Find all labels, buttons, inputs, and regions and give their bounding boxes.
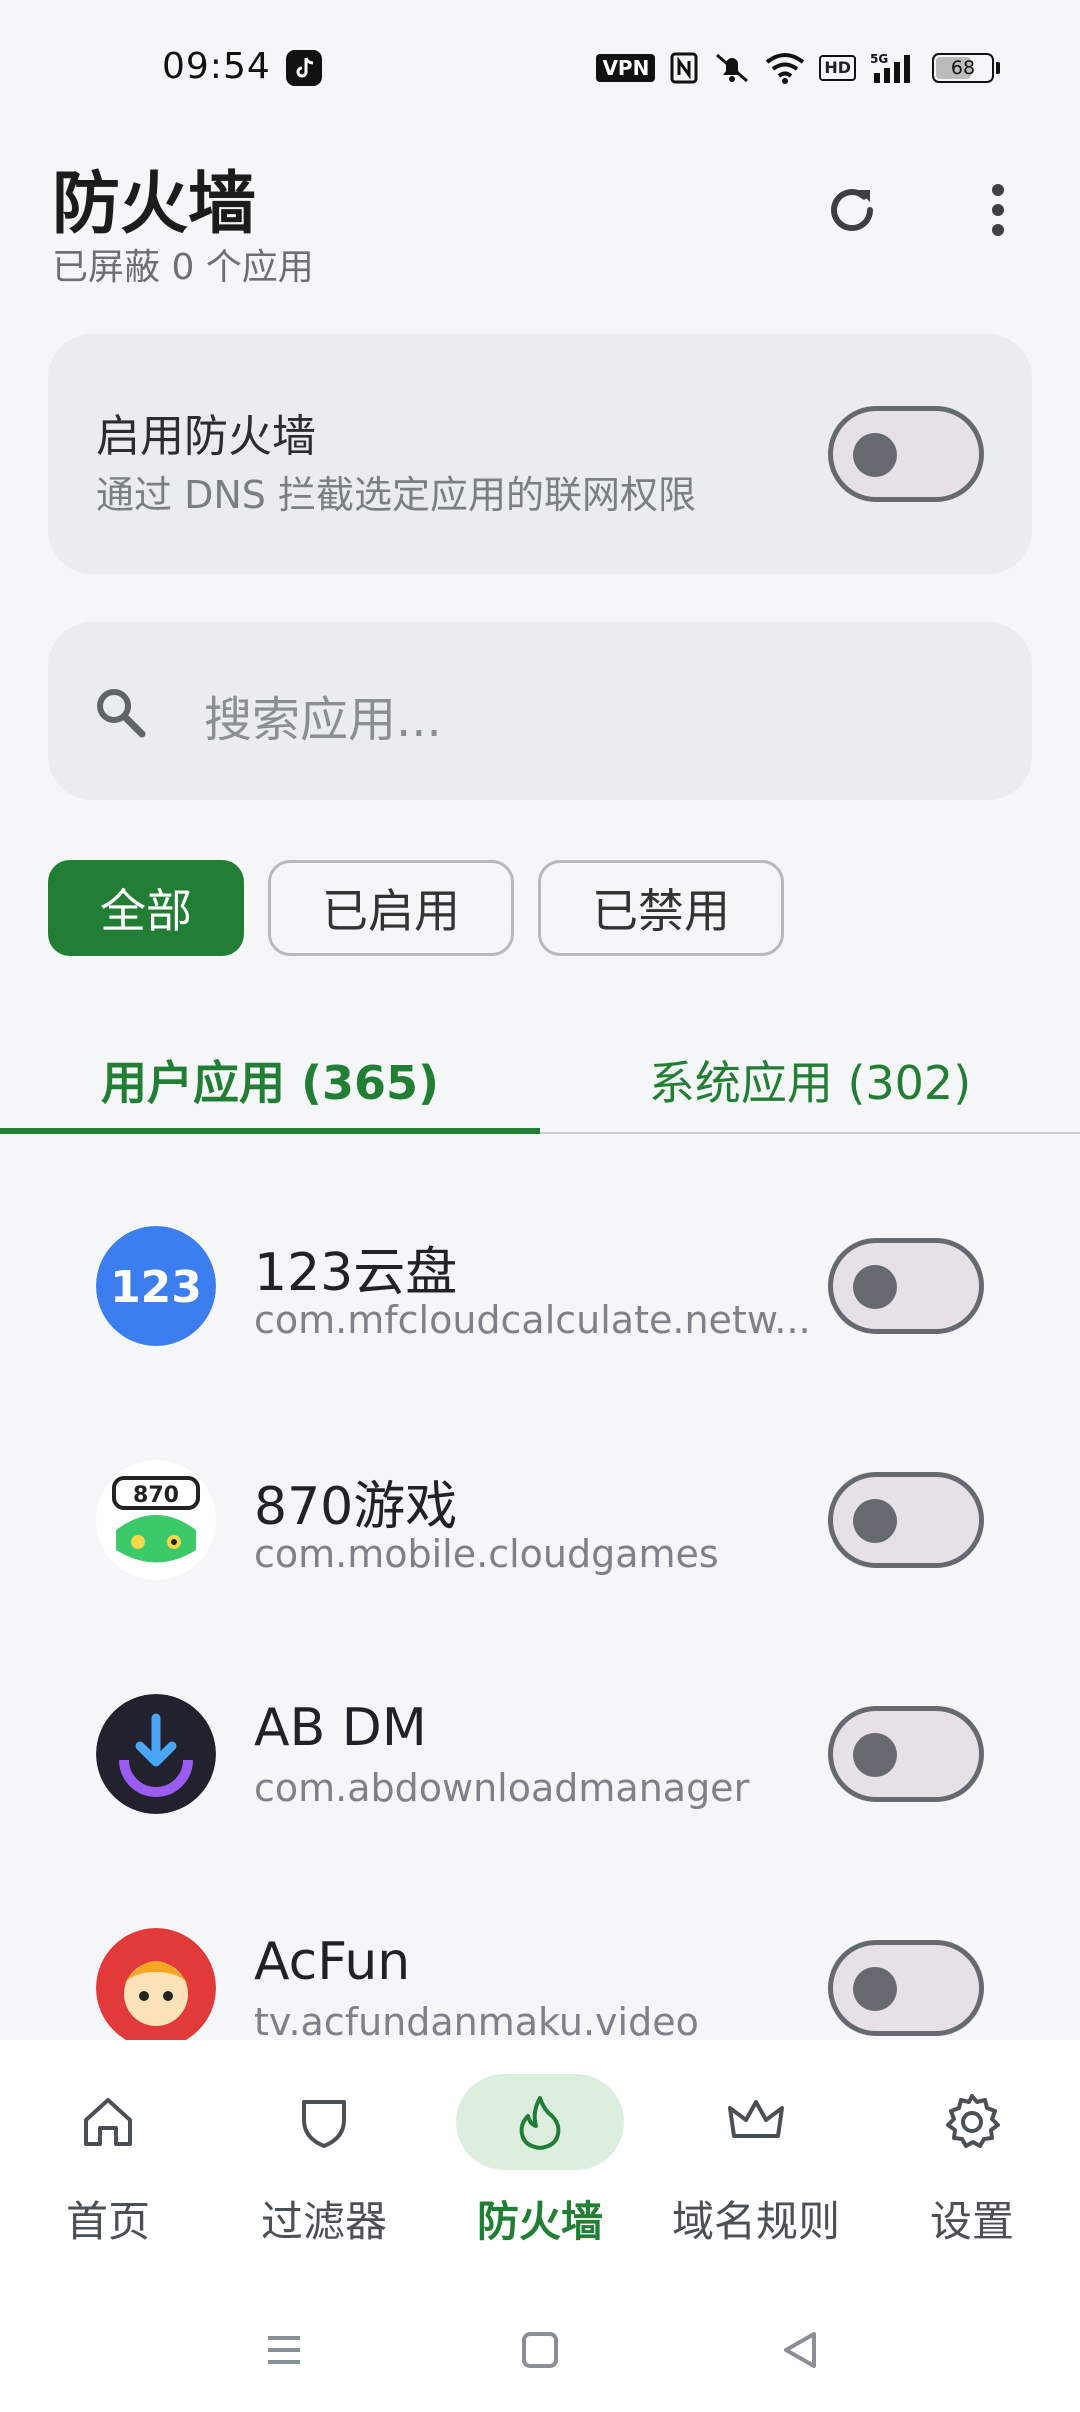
nav-item-firewall[interactable]: 防火墙 xyxy=(432,2070,648,2270)
signal-icon: 5G xyxy=(870,52,910,83)
page-title: 防火墙 xyxy=(52,165,257,244)
toggle-knob xyxy=(853,1265,897,1309)
battery-indicator: 68 xyxy=(932,53,1000,83)
filter-chip-enabled[interactable]: 已启用 xyxy=(268,860,514,956)
list-item[interactable]: AB DM com.abdownloadmanager xyxy=(0,1694,1080,1928)
back-triangle-icon[interactable] xyxy=(770,2320,830,2380)
nav-item-domain-rules[interactable]: 域名规则 xyxy=(648,2070,864,2270)
mute-icon xyxy=(716,53,749,83)
toggle-knob xyxy=(853,433,897,477)
filter-chip-disabled[interactable]: 已禁用 xyxy=(538,860,784,956)
nfc-icon xyxy=(670,52,698,84)
system-navigation-bar xyxy=(0,2290,1080,2412)
list-item[interactable]: 123 123云盘 com.mfcloudcalculate.netw... xyxy=(0,1226,1080,1460)
app-firewall-toggle[interactable] xyxy=(828,1472,984,1568)
more-vert-icon xyxy=(992,184,1004,236)
vpn-indicator: VPN xyxy=(596,54,656,82)
toggle-knob xyxy=(853,1967,897,2011)
app-package: com.mfcloudcalculate.netw... xyxy=(254,1298,811,1342)
svg-text:870: 870 xyxy=(133,1483,179,1508)
toggle-knob xyxy=(853,1733,897,1777)
wifi-icon xyxy=(766,53,805,84)
tab-user-apps[interactable]: 用户应用 (365) xyxy=(0,1030,540,1130)
app-870-icon: 870 xyxy=(96,1460,216,1580)
status-bar: 09:54 VPN HD 5G 68 xyxy=(0,0,1080,140)
app-name: 870游戏 xyxy=(254,1477,458,1537)
app-package: com.abdownloadmanager xyxy=(254,1766,750,1810)
nav-label-domain-rules: 域名规则 xyxy=(671,2197,840,2246)
nav-label-home: 首页 xyxy=(65,2197,150,2246)
nav-label-filters: 过滤器 xyxy=(260,2197,387,2246)
firewall-enable-title: 启用防火墙 xyxy=(96,411,316,462)
flame-icon xyxy=(519,2096,561,2150)
app-abdm-icon xyxy=(96,1694,216,1814)
list-item[interactable]: AcFun tv.acfundanmaku.video xyxy=(0,1928,1080,2040)
status-time: 09:54 xyxy=(162,46,271,87)
recents-menu-icon[interactable] xyxy=(254,2320,314,2380)
network-type-label: 5G xyxy=(870,52,888,66)
more-options-button[interactable] xyxy=(966,178,1030,242)
app-acfun-icon xyxy=(96,1928,216,2040)
app-package: com.mobile.cloudgames xyxy=(254,1532,719,1576)
nav-item-settings[interactable]: 设置 xyxy=(864,2070,1080,2270)
app-firewall-toggle[interactable] xyxy=(828,1706,984,1802)
home-square-icon[interactable] xyxy=(510,2320,570,2380)
tab-system-apps[interactable]: 系统应用 (302) xyxy=(540,1030,1080,1130)
crown-icon xyxy=(728,2100,784,2138)
nav-item-home[interactable]: 首页 xyxy=(0,2070,216,2270)
gear-icon xyxy=(946,2094,1000,2148)
toggle-knob xyxy=(853,1499,897,1543)
firewall-enable-card: 启用防火墙 通过 DNS 拦截选定应用的联网权限 xyxy=(48,334,1032,574)
nav-item-filters[interactable]: 过滤器 xyxy=(216,2070,432,2270)
list-item[interactable]: 870 870游戏 com.mobile.cloudgames xyxy=(0,1460,1080,1694)
home-icon xyxy=(84,2098,132,2146)
app-firewall-toggle[interactable] xyxy=(828,1238,984,1334)
app-list[interactable]: 123 123云盘 com.mfcloudcalculate.netw... 8… xyxy=(0,1134,1080,2040)
tiktok-notification-icon xyxy=(286,50,322,86)
app-name: AcFun xyxy=(254,1932,411,1992)
app-123-icon: 123 xyxy=(96,1226,216,1346)
firewall-enable-description: 通过 DNS 拦截选定应用的联网权限 xyxy=(96,473,696,517)
nav-label-firewall: 防火墙 xyxy=(476,2197,603,2246)
refresh-icon xyxy=(831,189,873,232)
app-name: 123云盘 xyxy=(254,1243,458,1303)
shield-icon xyxy=(302,2100,346,2148)
filter-chip-all[interactable]: 全部 xyxy=(48,860,244,956)
search-input[interactable]: 搜索应用... xyxy=(48,622,1032,800)
app-name: AB DM xyxy=(254,1698,427,1758)
battery-level: 68 xyxy=(950,57,976,79)
nav-label-settings: 设置 xyxy=(929,2197,1014,2246)
blocked-count-subtitle: 已屏蔽 0 个应用 xyxy=(52,247,314,288)
refresh-button[interactable] xyxy=(820,178,884,242)
search-placeholder: 搜索应用... xyxy=(204,692,442,748)
svg-text:123: 123 xyxy=(110,1262,202,1313)
app-firewall-toggle[interactable] xyxy=(828,1940,984,2036)
search-icon xyxy=(97,689,146,738)
firewall-enable-toggle[interactable] xyxy=(828,406,984,502)
app-package: tv.acfundanmaku.video xyxy=(254,2000,699,2040)
hd-indicator: HD xyxy=(819,55,856,81)
bottom-navigation: 首页 过滤器 防火墙 域名规则 设置 xyxy=(0,2040,1080,2290)
